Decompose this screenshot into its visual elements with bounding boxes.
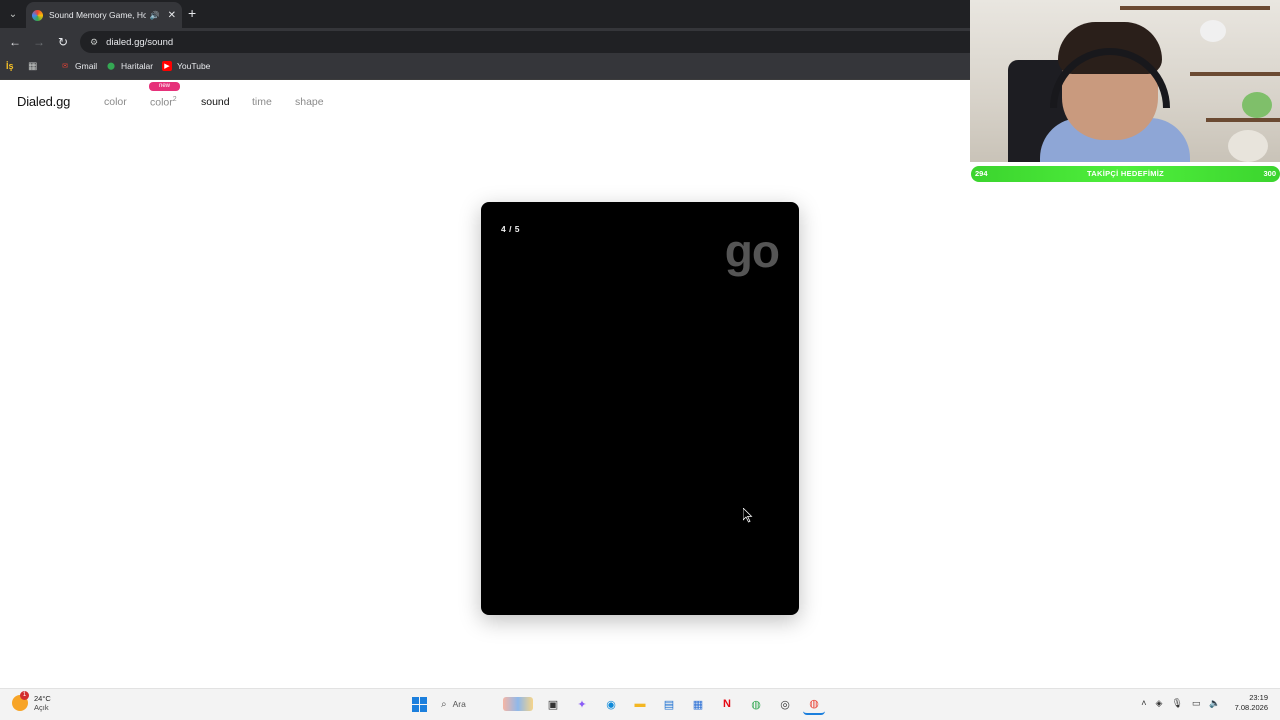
obs-icon[interactable]: ◎ [774,693,796,715]
go-prompt: go [724,225,780,277]
edge-icon[interactable]: ◉ [600,693,622,715]
tab-search-icon[interactable]: ⌄ [4,5,22,23]
bookmark-youtube[interactable]: ▶ YouTube [162,61,210,71]
windows-taskbar: 1 24°C Açık ⌕ Ara ▣ ✦ ◉ ▬ ▤ ▦ N ◍ ◎ ◍ ˄ … [0,688,1280,720]
follower-goal-label: TAKİPÇİ HEDEFİMİZ [1086,169,1165,178]
apps-grid-icon[interactable]: ▦ [28,61,37,72]
round-counter: 4 / 5 [501,224,521,234]
site-header: Dialed.gg color new color2 sound time sh… [0,80,970,124]
nav-superscript: 2 [172,96,177,103]
clock[interactable]: 23:19 7.08.2026 [1235,693,1268,713]
follower-goal-target: 300 [1263,169,1276,178]
maps-pin-icon: ⬤ [107,63,115,70]
weather-widget[interactable]: 1 24°C Açık [12,691,51,712]
taskbar-search[interactable]: ⌕ Ara [437,693,535,715]
display-icon[interactable]: ▭ [1192,698,1201,709]
chrome-icon[interactable]: ◍ [745,693,767,715]
windows-start-icon[interactable] [408,693,430,715]
nav-color-squared[interactable]: color2 [150,96,177,109]
bookmark-label: Gmail [75,61,98,71]
webcam-overlay [970,0,1280,162]
weather-sun-icon: 1 [12,691,29,711]
browser-tab-active[interactable]: Sound Memory Game, How 🔊 ✕ [26,2,182,28]
address-url: dialed.gg/sound [106,36,174,48]
clock-time: 23:19 [1249,693,1268,702]
bookmark-label: YouTube [177,61,211,71]
microphone-icon[interactable]: 🎙 [1171,698,1182,709]
new-badge: new [149,82,180,91]
clock-date: 7.08.2026 [1234,703,1268,712]
tab-audio-icon[interactable]: 🔊 [150,11,160,20]
calculator-icon[interactable]: ▦ [687,693,709,715]
chevron-up-icon[interactable]: ˄ [1141,698,1146,708]
search-placeholder: Ara [452,699,466,709]
back-arrow-icon[interactable]: ← [7,34,23,50]
bookmark-gmail[interactable]: ✉ Gmail [60,61,97,71]
weather-temperature: 24°C [34,694,51,703]
netflix-icon[interactable]: N [716,693,738,715]
gmail-icon: ✉ [62,63,68,70]
volume-icon[interactable]: 🔈 [1209,698,1220,709]
nav-time[interactable]: time [252,96,272,108]
shelf [1190,72,1280,76]
search-highlight-image [503,697,533,711]
nav-label: color [150,96,173,109]
tab-close-icon[interactable]: ✕ [168,10,176,21]
site-logo[interactable]: Dialed.gg [17,94,70,109]
follower-goal-bar: 294 TAKİPÇİ HEDEFİMİZ 300 [971,166,1280,182]
nav-color[interactable]: color [104,96,127,108]
reload-icon[interactable]: ↻ [55,34,71,50]
chrome-active-icon[interactable]: ◍ [803,693,825,715]
search-icon: ⌕ [441,698,447,710]
game-card[interactable]: 4 / 5 go [481,202,799,615]
plush-toy [1228,130,1268,162]
file-explorer-icon[interactable]: ▬ [629,693,651,715]
nav-shape[interactable]: shape [295,96,324,108]
new-tab-button[interactable]: + [188,5,196,21]
taskbar-apps: ⌕ Ara ▣ ✦ ◉ ▬ ▤ ▦ N ◍ ◎ ◍ [408,693,832,715]
profile-shortcut[interactable]: İş [6,61,14,71]
bookmark-label: Haritalar [121,61,154,71]
weather-alert-badge: 1 [20,691,29,700]
site-favicon-icon [32,9,43,21]
forward-arrow-icon[interactable]: → [31,34,47,50]
tab-title: Sound Memory Game, How [49,10,146,20]
youtube-icon: ▶ [162,61,172,71]
decoration [1200,20,1226,42]
nav-sound[interactable]: sound [201,96,230,108]
task-view-icon[interactable]: ▣ [542,693,564,715]
bookmark-maps[interactable]: ⬤ Haritalar [106,61,153,71]
copilot-icon[interactable]: ✦ [571,693,593,715]
plush-toy [1242,92,1272,118]
store-icon[interactable]: ▤ [658,693,680,715]
address-bar[interactable]: ⚙ dialed.gg/sound [80,31,980,53]
shelf [1206,118,1280,122]
system-tray: ˄ ◈ 🎙 ▭ 🔈 23:19 7.08.2026 [1132,693,1268,713]
weather-condition: Açık [34,703,49,712]
shelf [1120,6,1270,10]
security-icon[interactable]: ◈ [1156,698,1163,709]
site-info-icon[interactable]: ⚙ [90,37,98,48]
